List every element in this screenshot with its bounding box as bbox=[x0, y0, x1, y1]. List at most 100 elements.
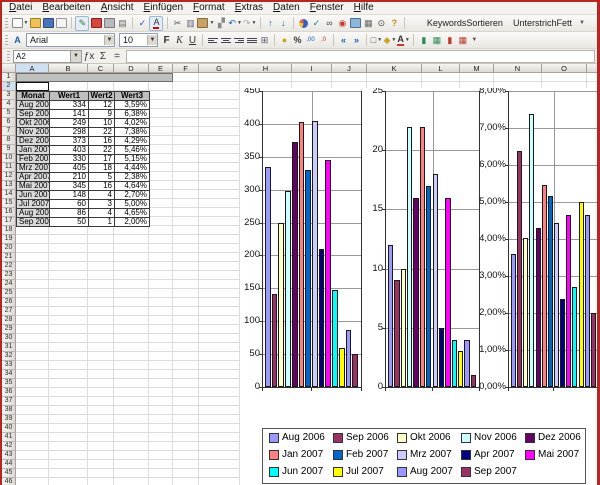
row-header-9[interactable]: 9 bbox=[2, 145, 16, 154]
table-row[interactable]: Aug 20078644,65% bbox=[17, 209, 150, 218]
cell-reference-box[interactable]: A2 bbox=[13, 50, 71, 63]
font-size-combo[interactable]: 10▼ bbox=[119, 33, 158, 47]
row-header-11[interactable]: 11 bbox=[2, 163, 16, 172]
select-all-corner[interactable] bbox=[2, 64, 16, 73]
spellcheck-icon[interactable]: ✓ bbox=[136, 17, 148, 30]
row-header-35[interactable]: 35 bbox=[2, 379, 16, 388]
table-row[interactable]: Jan 2007403225,46% bbox=[17, 146, 150, 155]
increase-indent-icon[interactable]: » bbox=[351, 34, 363, 47]
wert1-cell[interactable]: 148 bbox=[50, 191, 89, 200]
table-row[interactable]: Apr 200721052,38% bbox=[17, 173, 150, 182]
table-row[interactable]: Mrz 2007405184,44% bbox=[17, 164, 150, 173]
bold-button[interactable]: F bbox=[161, 34, 173, 47]
wert3-cell[interactable]: 3,59% bbox=[115, 101, 150, 110]
month-cell[interactable]: Mrz 2007 bbox=[17, 164, 50, 173]
toolbar-more-icon[interactable]: ▼ bbox=[579, 20, 585, 26]
wert1-cell[interactable]: 298 bbox=[50, 128, 89, 137]
month-cell[interactable]: Jun 2007 bbox=[17, 191, 50, 200]
month-cell[interactable]: Feb 2007 bbox=[17, 155, 50, 164]
help-icon[interactable]: ? bbox=[388, 17, 400, 30]
wert2-cell[interactable]: 17 bbox=[89, 155, 115, 164]
chart-plot-wert1[interactable] bbox=[262, 91, 362, 388]
wert2-cell[interactable]: 22 bbox=[89, 146, 115, 155]
merge-cells-icon[interactable]: ⊞ bbox=[259, 34, 271, 47]
row-header-31[interactable]: 31 bbox=[2, 343, 16, 352]
italic-button[interactable]: K bbox=[174, 34, 186, 47]
wert3-cell[interactable]: 4,29% bbox=[115, 137, 150, 146]
row-header-21[interactable]: 21 bbox=[2, 253, 16, 262]
wert3-cell[interactable]: 7,38% bbox=[115, 128, 150, 137]
active-cell-cursor[interactable] bbox=[16, 82, 49, 91]
toolbar-more-icon[interactable]: ▼ bbox=[471, 37, 477, 43]
currency-icon[interactable]: ● bbox=[279, 34, 291, 47]
toolbar-grip[interactable] bbox=[5, 18, 8, 29]
zoom-icon[interactable]: ⊙ bbox=[375, 17, 387, 30]
column-header-K[interactable]: K bbox=[367, 64, 422, 73]
row-header-6[interactable]: 6 bbox=[2, 118, 16, 127]
macro-button-unterstrichfett[interactable]: UnterstrichFett bbox=[508, 17, 577, 30]
wert1-cell[interactable]: 249 bbox=[50, 119, 89, 128]
wert3-cell[interactable]: 4,44% bbox=[115, 164, 150, 173]
wert1-cell[interactable]: 330 bbox=[50, 155, 89, 164]
row-header-34[interactable]: 34 bbox=[2, 370, 16, 379]
menu-format[interactable]: Format bbox=[188, 2, 230, 14]
data-table[interactable]: MonatWert1Wert2Wert3Aug 2006334123,59%Se… bbox=[16, 91, 150, 227]
cut-icon[interactable]: ✂ bbox=[171, 17, 183, 30]
row-header-26[interactable]: 26 bbox=[2, 298, 16, 307]
wert3-cell[interactable]: 5,00% bbox=[115, 200, 150, 209]
menu-datei[interactable]: Datei bbox=[4, 2, 37, 14]
table-row[interactable]: Sep 20075012,00% bbox=[17, 218, 150, 227]
row-header-39[interactable]: 39 bbox=[2, 415, 16, 424]
month-cell[interactable]: Aug 2006 bbox=[17, 101, 50, 110]
column-header-D[interactable]: D bbox=[114, 64, 149, 73]
menu-ansicht[interactable]: Ansicht bbox=[96, 2, 139, 14]
chart-legend[interactable]: Aug 2006Sep 2006Okt 2006Nov 2006Dez 2006… bbox=[262, 428, 586, 484]
row-header-13[interactable]: 13 bbox=[2, 181, 16, 190]
macro-button-keywordssortieren[interactable]: KeywordsSortieren bbox=[422, 17, 508, 30]
row-header-44[interactable]: 44 bbox=[2, 460, 16, 469]
column-header-L[interactable]: L bbox=[422, 64, 460, 73]
column-header-F[interactable]: F bbox=[173, 64, 199, 73]
row-header-8[interactable]: 8 bbox=[2, 136, 16, 145]
sort-descending-icon[interactable]: ↓ bbox=[277, 17, 289, 30]
wert3-cell[interactable]: 4,64% bbox=[115, 182, 150, 191]
menu-extras[interactable]: Extras bbox=[230, 2, 268, 14]
percent-icon[interactable]: % bbox=[292, 34, 304, 47]
column-header-I[interactable]: I bbox=[292, 64, 332, 73]
paste-icon[interactable]: ▼ bbox=[197, 17, 214, 30]
row-header-12[interactable]: 12 bbox=[2, 172, 16, 181]
row-header-5[interactable]: 5 bbox=[2, 109, 16, 118]
align-left-icon[interactable] bbox=[207, 34, 219, 47]
row-header-28[interactable]: 28 bbox=[2, 316, 16, 325]
save-icon[interactable] bbox=[42, 17, 54, 30]
table-row[interactable]: Aug 2006334123,59% bbox=[17, 101, 150, 110]
row-header-30[interactable]: 30 bbox=[2, 334, 16, 343]
edit-file-icon[interactable]: ✎ bbox=[75, 16, 89, 31]
row-header-25[interactable]: 25 bbox=[2, 289, 16, 298]
wert1-cell[interactable]: 60 bbox=[50, 200, 89, 209]
insert-column-icon[interactable]: ▮ bbox=[418, 34, 430, 47]
filled-cells-a1-e1[interactable] bbox=[16, 73, 173, 82]
row-header-2[interactable]: 2 bbox=[2, 82, 16, 91]
underline-button[interactable]: U bbox=[187, 34, 199, 47]
wert2-cell[interactable]: 1 bbox=[89, 218, 115, 227]
sort-ascending-icon[interactable]: ↑ bbox=[264, 17, 276, 30]
decrease-indent-icon[interactable]: « bbox=[338, 34, 350, 47]
row-header-20[interactable]: 20 bbox=[2, 244, 16, 253]
menu-hilfe[interactable]: Hilfe bbox=[349, 2, 379, 14]
row-header-24[interactable]: 24 bbox=[2, 280, 16, 289]
wert3-cell[interactable]: 2,70% bbox=[115, 191, 150, 200]
wert2-cell[interactable]: 4 bbox=[89, 191, 115, 200]
wert1-cell[interactable]: 403 bbox=[50, 146, 89, 155]
menu-bearbeiten[interactable]: Bearbeiten bbox=[37, 2, 95, 14]
sum-icon[interactable]: Σ bbox=[96, 51, 110, 62]
row-header-14[interactable]: 14 bbox=[2, 190, 16, 199]
check-icon[interactable]: ✓ bbox=[310, 17, 322, 30]
row-header-42[interactable]: 42 bbox=[2, 442, 16, 451]
print-icon[interactable] bbox=[103, 17, 115, 30]
wert1-cell[interactable]: 50 bbox=[50, 218, 89, 227]
data-sources-icon[interactable]: ▦ bbox=[362, 17, 374, 30]
export-pdf-icon[interactable] bbox=[90, 17, 102, 30]
row-header-18[interactable]: 18 bbox=[2, 226, 16, 235]
wert1-cell[interactable]: 345 bbox=[50, 182, 89, 191]
